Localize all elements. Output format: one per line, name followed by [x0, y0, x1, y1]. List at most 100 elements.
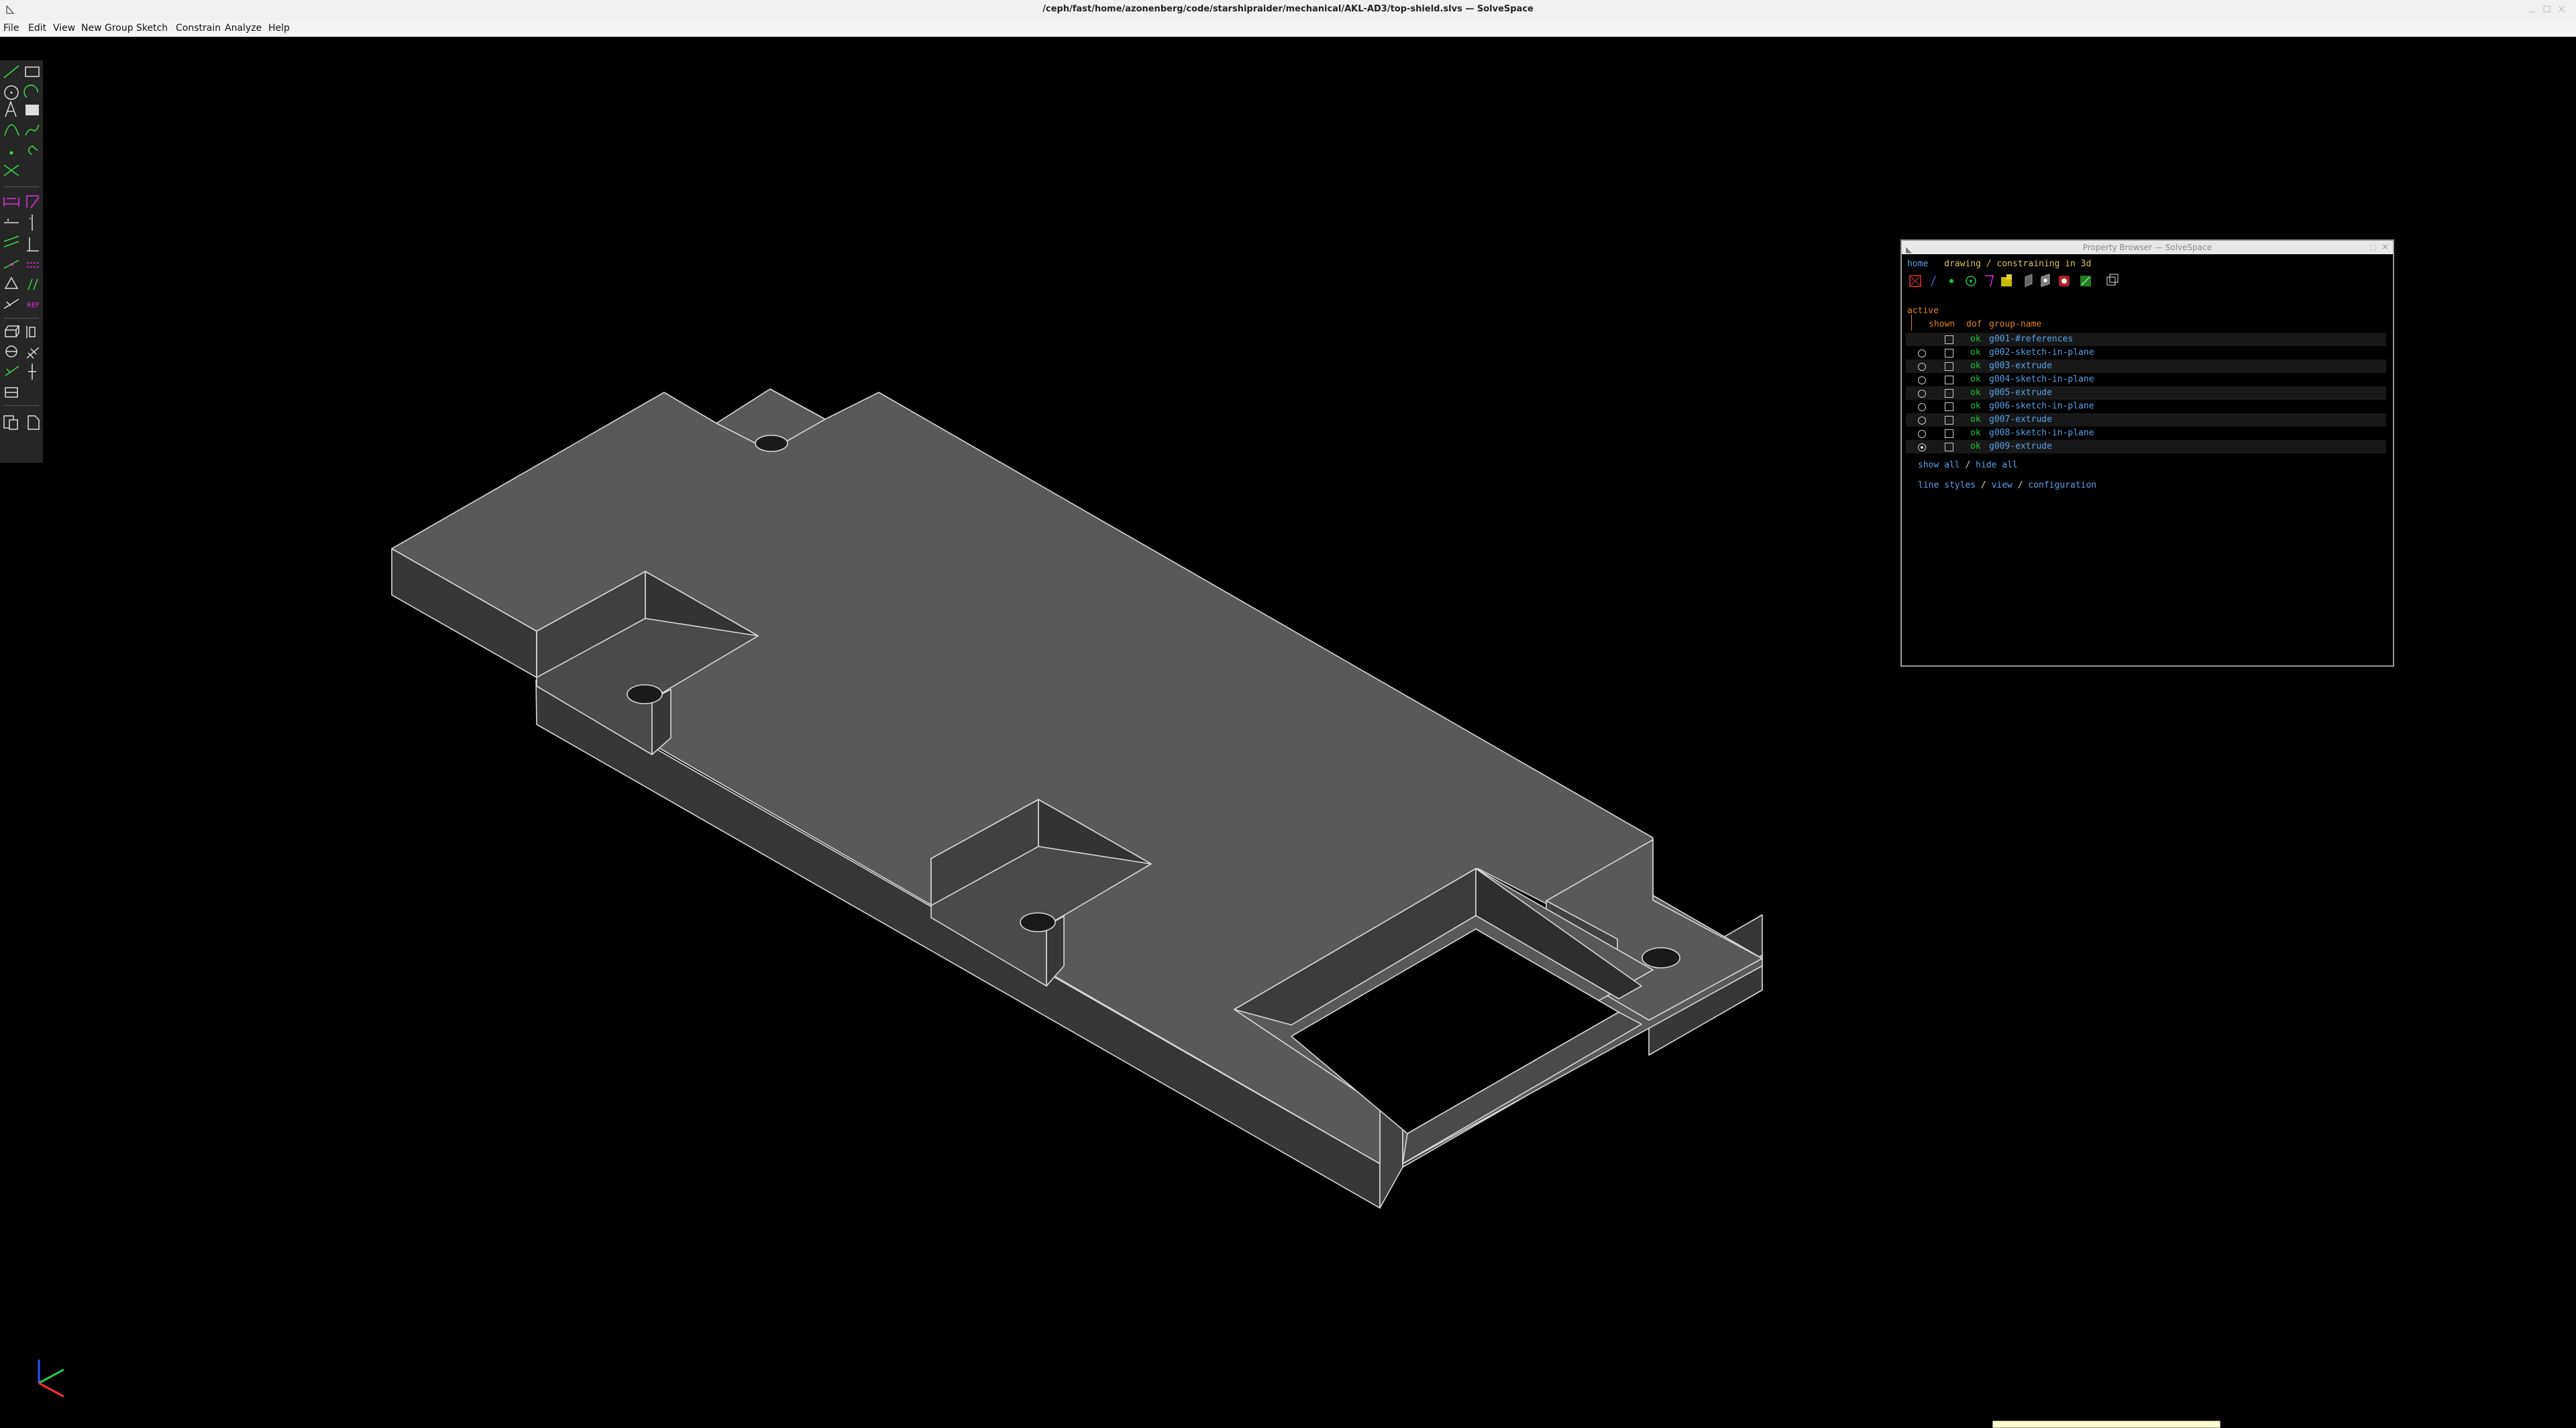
shown-checkbox[interactable]	[1945, 335, 1953, 344]
reference-icon[interactable]: REF	[27, 302, 40, 309]
menu-analyze[interactable]: Analyze	[225, 23, 262, 34]
group-row-active[interactable]: ok g009-extrude	[1906, 440, 2386, 453]
line-icon[interactable]	[3, 65, 19, 78]
link-icon[interactable]	[5, 387, 18, 398]
step-rotate-icon[interactable]	[28, 364, 36, 380]
toolbar-separator-3	[4, 405, 39, 406]
faces-toggle-icon[interactable]	[2001, 274, 2012, 286]
construction-icon[interactable]	[3, 298, 19, 309]
same-orientation-icon[interactable]	[28, 278, 38, 290]
angle-icon[interactable]	[26, 195, 40, 209]
close-icon[interactable]: ×	[2381, 241, 2389, 254]
shown-checkbox[interactable]	[1945, 416, 1953, 425]
construction-toggle-icon[interactable]	[1985, 275, 1994, 287]
equal-icon[interactable]	[27, 262, 39, 268]
menu-edit[interactable]: Edit	[28, 23, 46, 34]
shown-checkbox[interactable]	[1945, 376, 1953, 384]
mesh-toggle-icon[interactable]	[2059, 276, 2070, 286]
menu-view[interactable]: View	[53, 23, 75, 34]
group-name-link[interactable]: g005-extrude	[1989, 388, 2052, 398]
new-sheet-icon[interactable]	[28, 415, 40, 430]
shown-checkbox[interactable]	[1945, 429, 1953, 438]
group-row[interactable]: ok g001-#references	[1906, 333, 2386, 346]
on-point-icon[interactable]	[3, 260, 19, 269]
horizontal-icon[interactable]	[4, 219, 19, 223]
group-row[interactable]: ok g002-sketch-in-plane	[1906, 346, 2386, 360]
lathe-icon[interactable]	[26, 326, 36, 338]
helix-icon[interactable]	[26, 347, 40, 359]
image-icon[interactable]	[25, 105, 39, 115]
active-radio[interactable]	[1918, 430, 1926, 438]
workplanes-toggle-icon[interactable]	[1909, 275, 1921, 287]
nav-home-link[interactable]: home	[1907, 259, 1928, 269]
parallel-icon[interactable]	[3, 235, 19, 248]
shown-checkbox[interactable]	[1945, 362, 1953, 371]
symmetric-icon[interactable]	[4, 276, 19, 289]
group-name-link[interactable]: g006-sketch-in-plane	[1989, 401, 2094, 411]
active-radio[interactable]	[1918, 349, 1926, 358]
group-name-link[interactable]: g003-extrude	[1989, 361, 2052, 371]
shown-checkbox[interactable]	[1945, 402, 1953, 411]
configuration-link[interactable]: configuration	[2028, 480, 2096, 490]
menu-file[interactable]: File	[3, 23, 19, 34]
text-icon[interactable]	[5, 100, 17, 117]
group-row[interactable]: ok g007-extrude	[1906, 413, 2386, 427]
shaded-toggle-icon[interactable]	[2025, 274, 2033, 287]
shown-checkbox[interactable]	[1945, 389, 1953, 398]
normals-toggle-icon[interactable]	[1931, 275, 1936, 287]
circle-icon[interactable]	[4, 85, 19, 100]
view-link[interactable]: view	[1992, 480, 2012, 490]
group-name-link[interactable]: g008-sketch-in-plane	[1989, 428, 2094, 438]
constraints-toggle-icon[interactable]	[1966, 276, 1976, 286]
point-icon[interactable]	[9, 151, 13, 155]
group-name-link[interactable]: g001-#references	[1989, 334, 2073, 344]
group-row[interactable]: ok g004-sketch-in-plane	[1906, 373, 2386, 386]
menu-help[interactable]: Help	[268, 23, 290, 34]
group-name-link[interactable]: g002-sketch-in-plane	[1989, 347, 2094, 358]
distance-icon[interactable]	[3, 197, 19, 207]
shown-checkbox[interactable]	[1945, 349, 1953, 358]
group-row[interactable]: ok g006-sketch-in-plane	[1906, 400, 2386, 413]
axis-triad[interactable]	[38, 1360, 64, 1398]
perspective-toggle-icon[interactable]	[2106, 274, 2118, 286]
active-radio[interactable]	[1918, 390, 1926, 398]
points-toggle-icon[interactable]	[1949, 279, 1953, 283]
active-radio[interactable]	[1918, 403, 1926, 411]
menu-constrain[interactable]: Constrain	[176, 23, 221, 34]
vertical-icon[interactable]	[30, 215, 33, 231]
property-browser-titlebar[interactable]: ◣ Property Browser — SolveSpace □ ×	[1902, 241, 2393, 254]
revolve-icon[interactable]	[5, 345, 17, 358]
model-top-shield[interactable]	[391, 388, 1763, 1209]
active-radio[interactable]	[1918, 363, 1926, 371]
export-icon[interactable]	[3, 415, 18, 430]
step-translate-icon[interactable]	[5, 366, 19, 376]
window-controls[interactable]	[2524, 4, 2571, 15]
shown-checkbox[interactable]	[1945, 443, 1953, 451]
show-all-link[interactable]: show all	[1918, 460, 1960, 470]
menu-new-group[interactable]: New Group	[81, 23, 133, 34]
bezier-icon[interactable]	[4, 124, 19, 136]
active-radio[interactable]	[1918, 376, 1926, 384]
group-name-link[interactable]: g007-extrude	[1989, 415, 2052, 425]
maximize-icon[interactable]: □	[2370, 241, 2377, 254]
group-name-link[interactable]: g009-extrude	[1989, 441, 2052, 451]
group-row[interactable]: ok g008-sketch-in-plane	[1906, 427, 2386, 440]
property-browser-window[interactable]: ◣ Property Browser — SolveSpace □ × home…	[1900, 239, 2394, 667]
split-icon[interactable]	[3, 164, 19, 176]
menu-sketch[interactable]: Sketch	[136, 23, 168, 34]
edges-toggle-icon[interactable]	[2041, 274, 2050, 287]
hidden-lines-toggle-icon[interactable]	[2080, 276, 2091, 286]
hide-all-link[interactable]: hide all	[1976, 460, 2018, 470]
line-styles-link[interactable]: line styles	[1918, 480, 1976, 490]
perpendicular-icon[interactable]	[27, 237, 39, 252]
active-radio[interactable]	[1918, 417, 1926, 425]
group-name-link[interactable]: g004-sketch-in-plane	[1989, 374, 2094, 384]
active-radio-selected[interactable]	[1918, 443, 1926, 451]
rectangle-icon[interactable]	[25, 66, 40, 77]
arc-icon[interactable]	[23, 85, 38, 98]
extrude-icon[interactable]	[5, 325, 20, 337]
group-row[interactable]: ok g005-extrude	[1906, 386, 2386, 400]
group-row[interactable]: ok g003-extrude	[1906, 360, 2386, 373]
cubic-spline-icon[interactable]	[25, 124, 40, 136]
workplane-icon[interactable]	[28, 146, 38, 155]
